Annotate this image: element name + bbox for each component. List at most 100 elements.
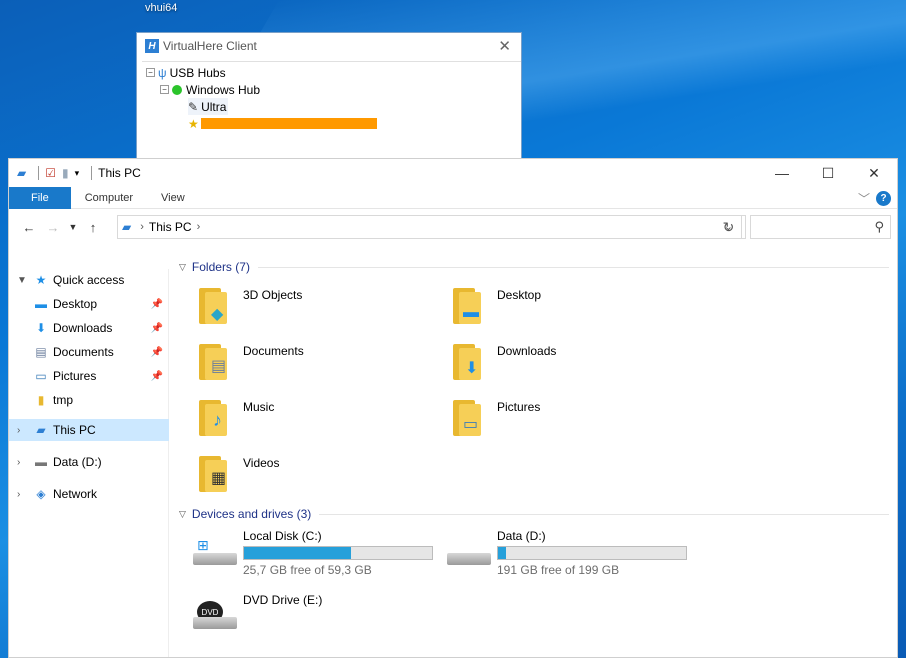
drive-e[interactable]: DVD DVD Drive (E:)	[179, 593, 439, 647]
window-controls: — ☐ ✕	[759, 159, 897, 187]
ribbon-right-controls: ﹀ ?	[858, 190, 891, 207]
drive-usage-fill	[498, 547, 506, 559]
breadcrumb-this-pc[interactable]: This PC	[149, 220, 192, 234]
sidebar-item-network[interactable]: › ◈ Network	[9, 483, 169, 505]
folder-music[interactable]: ♪ Music	[179, 396, 419, 446]
sidebar-item-this-pc[interactable]: › ▰ This PC	[9, 419, 169, 441]
drive-c[interactable]: ⊞ Local Disk (C:) 25,7 GB free of 59,3 G…	[179, 529, 439, 583]
pin-icon[interactable]: 📌	[151, 323, 163, 334]
search-icon[interactable]: ⚲	[874, 219, 884, 235]
tree-item-usb-hubs[interactable]: − ψ USB Hubs	[146, 64, 226, 81]
tab-file[interactable]: File	[9, 186, 71, 209]
folder-desktop[interactable]: ▬ Desktop	[433, 284, 673, 334]
sidebar-item-documents[interactable]: ▤ Documents 📌	[9, 341, 169, 363]
customize-toolbar-icon[interactable]: ▾	[75, 168, 80, 179]
close-button[interactable]: ✕	[851, 159, 897, 187]
up-button[interactable]: ↑	[81, 220, 105, 235]
usb-icon: ψ	[158, 65, 167, 80]
tab-computer[interactable]: Computer	[71, 187, 147, 209]
help-icon[interactable]: ?	[876, 191, 891, 206]
sidebar-item-pictures[interactable]: ▭ Pictures 📌	[9, 365, 169, 387]
tree-item-windows-hub[interactable]: − Windows Hub	[160, 81, 260, 98]
folder-label: 3D Objects	[243, 288, 303, 302]
minimize-button[interactable]: —	[759, 159, 805, 187]
sidebar-item-label: Documents	[53, 345, 114, 359]
divider	[91, 166, 93, 180]
drive-free-space: 25,7 GB free of 59,3 GB	[243, 563, 372, 577]
sidebar-item-label: This PC	[53, 423, 96, 437]
folder-documents[interactable]: ▤ Documents	[179, 340, 419, 390]
sidebar-item-desktop[interactable]: ▬ Desktop 📌	[9, 293, 169, 315]
music-folder-icon: ♪	[199, 396, 229, 436]
this-pc-icon: ▰	[122, 220, 132, 234]
forward-button[interactable]: →	[41, 220, 65, 235]
back-button[interactable]: ←	[17, 220, 41, 235]
videos-folder-icon: ▦	[199, 452, 229, 492]
pin-icon[interactable]: 📌	[151, 371, 163, 382]
drives-group-header[interactable]: ▽ Devices and drives (3)	[179, 505, 889, 523]
folders-group-header[interactable]: ▽ Folders (7)	[179, 258, 889, 276]
sidebar-item-label: Pictures	[53, 369, 97, 383]
properties-icon[interactable]: ☑	[45, 166, 56, 180]
new-folder-icon[interactable]: ▮	[62, 166, 69, 180]
folder-label: Documents	[243, 344, 304, 358]
tree-label: Windows Hub	[186, 82, 261, 97]
breadcrumb-arrow-icon[interactable]: ›	[140, 221, 144, 233]
3d-objects-icon: ◆	[199, 284, 229, 324]
sidebar-item-tmp[interactable]: ▮ tmp	[9, 389, 169, 411]
recent-locations-button[interactable]: ▼	[65, 222, 81, 232]
drive-label: Data (D:)	[497, 529, 546, 543]
pin-icon[interactable]: 📌	[151, 299, 163, 310]
sidebar-item-downloads[interactable]: ⬇ Downloads 📌	[9, 317, 169, 339]
folder-label: Downloads	[497, 344, 557, 358]
window-title: This PC	[98, 166, 141, 180]
star-icon: ★	[35, 273, 47, 287]
address-bar[interactable]: ▰ › This PC › ⌄	[117, 215, 742, 239]
virtualhere-title: VirtualHere Client	[163, 39, 257, 53]
folder-downloads[interactable]: ⬇ Downloads	[433, 340, 673, 390]
folder-3d-objects[interactable]: ◆ 3D Objects	[179, 284, 419, 334]
maximize-button[interactable]: ☐	[805, 159, 851, 187]
usb-tree: − ψ USB Hubs − Windows Hub ✎ Ultra ★	[142, 61, 521, 161]
expand-ribbon-icon[interactable]: ﹀	[858, 190, 870, 207]
collapse-icon[interactable]: −	[160, 85, 169, 94]
tab-view[interactable]: View	[147, 187, 199, 209]
explorer-titlebar: ▰ ☑ ▮ ▾ This PC — ☐ ✕	[9, 159, 897, 187]
chevron-right-icon[interactable]: ›	[17, 457, 33, 468]
search-input[interactable]: ⚲	[750, 215, 891, 239]
downloads-folder-icon: ⬇	[453, 340, 483, 380]
desktop-folder-icon: ▬	[453, 284, 483, 324]
chevron-right-icon[interactable]: ›	[17, 425, 33, 436]
virtualhere-window: H VirtualHere Client ✕ − ψ USB Hubs − Wi…	[136, 32, 522, 162]
chevron-down-icon[interactable]: ▼	[17, 275, 33, 286]
this-pc-icon: ▰	[17, 166, 27, 180]
sidebar-item-label: Quick access	[53, 273, 125, 287]
breadcrumb-arrow-icon[interactable]: ›	[197, 221, 201, 233]
tree-item-ultra[interactable]: ✎ Ultra	[188, 98, 229, 115]
drive-usage-bar	[497, 546, 687, 560]
folder-label: Desktop	[497, 288, 542, 302]
refresh-button[interactable]: ↻	[712, 215, 746, 239]
folder-label: Videos	[243, 456, 280, 470]
collapse-icon[interactable]: −	[146, 68, 155, 77]
tree-label: USB Hubs	[169, 65, 226, 80]
chevron-down-icon[interactable]: ▽	[179, 509, 186, 520]
drive-label: Local Disk (C:)	[243, 529, 322, 543]
windows-drive-icon: ⊞	[193, 537, 239, 571]
sidebar-item-data-drive[interactable]: › ▬ Data (D:)	[9, 451, 169, 473]
navigation-bar: ← → ▼ ↑ ▰ › This PC › ⌄ ↻ ⚲	[9, 209, 897, 245]
drive-d[interactable]: Data (D:) 191 GB free of 199 GB	[433, 529, 693, 583]
star-icon: ★	[188, 116, 199, 131]
chevron-right-icon[interactable]: ›	[17, 489, 33, 500]
tree-label: Ultra	[201, 99, 227, 114]
tree-item-redacted[interactable]: ★	[188, 115, 377, 132]
chevron-down-icon[interactable]: ▽	[179, 262, 186, 273]
folder-pictures[interactable]: ▭ Pictures	[433, 396, 673, 446]
folder-videos[interactable]: ▦ Videos	[179, 452, 419, 502]
dvd-drive-icon: DVD	[193, 601, 239, 635]
drive-usage-bar	[243, 546, 433, 560]
usb-device-icon: ✎	[188, 99, 199, 114]
sidebar-item-quick-access[interactable]: ▼ ★ Quick access	[9, 269, 169, 291]
pin-icon[interactable]: 📌	[151, 347, 163, 358]
close-icon[interactable]: ✕	[498, 37, 511, 55]
